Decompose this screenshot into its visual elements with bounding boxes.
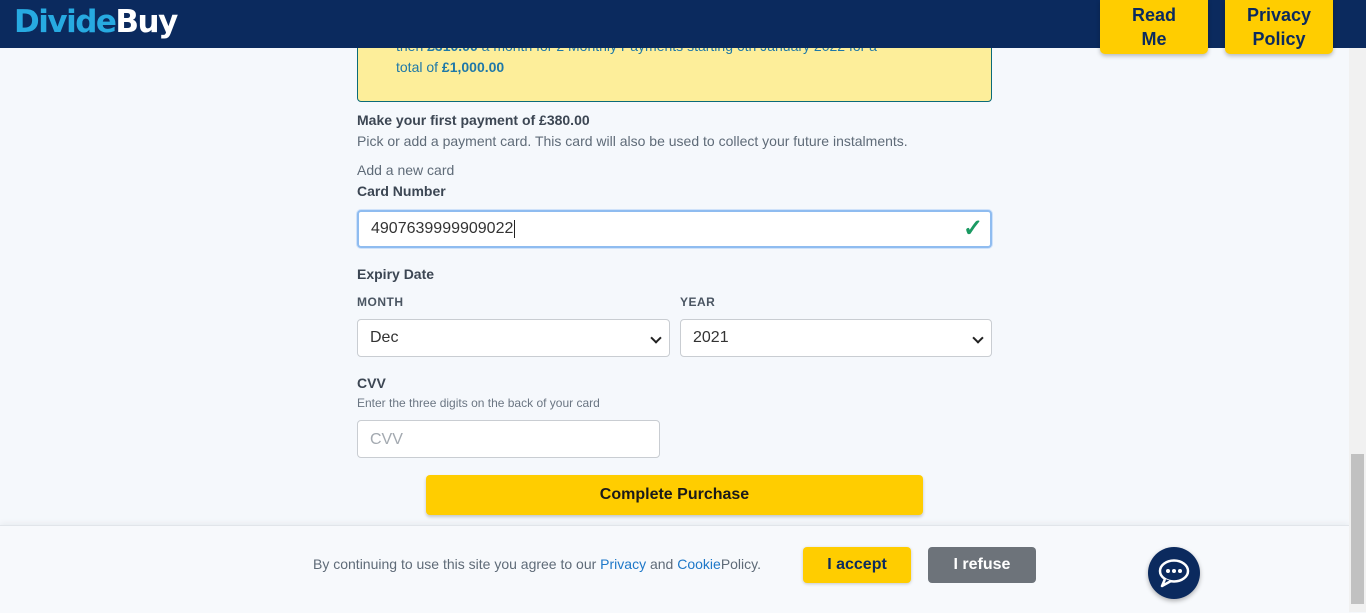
logo-buy-text: Buy bbox=[115, 4, 178, 40]
scrollbar-thumb[interactable] bbox=[1351, 454, 1364, 604]
chevron-down-icon bbox=[972, 332, 984, 344]
summary-line-2: total of £1,000.00 bbox=[396, 59, 504, 75]
chat-button[interactable] bbox=[1148, 547, 1200, 599]
read-me-line1: Read bbox=[1131, 5, 1176, 25]
cookie-text-before: By continuing to use this site you agree… bbox=[313, 556, 597, 572]
year-label: YEAR bbox=[680, 295, 716, 309]
chat-bubble-icon bbox=[1158, 559, 1190, 588]
add-new-card-link[interactable]: Add a new card bbox=[357, 162, 454, 178]
year-select[interactable]: 2021 bbox=[680, 319, 992, 357]
cvv-input[interactable]: CVV bbox=[357, 420, 660, 458]
cookie-link[interactable]: Cookie bbox=[677, 556, 721, 572]
privacy-policy-button[interactable]: Privacy Policy bbox=[1225, 0, 1333, 54]
cvv-label: CVV bbox=[357, 375, 386, 391]
card-number-value: 4907639999909022 bbox=[371, 220, 514, 237]
payment-instructions: Pick or add a payment card. This card wi… bbox=[357, 133, 908, 149]
year-select-value: 2021 bbox=[693, 329, 729, 346]
page-scrollbar[interactable] bbox=[1349, 48, 1366, 612]
first-payment-label: Make your first payment of £380.00 bbox=[357, 112, 590, 128]
month-label: MONTH bbox=[357, 295, 404, 309]
expiry-date-label: Expiry Date bbox=[357, 266, 435, 282]
read-me-button[interactable]: Read Me bbox=[1100, 0, 1208, 54]
month-select-value: Dec bbox=[370, 329, 399, 346]
month-select[interactable]: Dec bbox=[357, 319, 670, 357]
check-icon: ✓ bbox=[963, 215, 984, 242]
cvv-placeholder: CVV bbox=[370, 431, 403, 448]
card-number-label: Card Number bbox=[357, 183, 446, 199]
summary-total-amount: £1,000.00 bbox=[441, 59, 505, 75]
cvv-hint: Enter the three digits on the back of yo… bbox=[357, 396, 600, 410]
chevron-down-icon bbox=[650, 332, 662, 344]
refuse-cookies-button[interactable]: I refuse bbox=[928, 547, 1036, 583]
privacy-line2: Policy bbox=[1252, 29, 1306, 49]
summary-total-label: total of bbox=[396, 59, 439, 75]
read-me-line2: Me bbox=[1141, 29, 1167, 49]
privacy-line1: Privacy bbox=[1246, 5, 1312, 25]
site-header: DivideBuy Read Me Privacy Policy bbox=[0, 0, 1366, 54]
cookie-message: By continuing to use this site you agree… bbox=[313, 556, 761, 572]
text-cursor bbox=[514, 219, 516, 238]
cookie-and: and bbox=[649, 556, 674, 572]
logo-divide-text: Divide bbox=[14, 4, 117, 40]
divide-buy-logo[interactable]: DivideBuy bbox=[14, 2, 178, 42]
cookie-consent-bar: By continuing to use this site you agree… bbox=[0, 525, 1349, 613]
cookie-policy-text: Policy. bbox=[720, 556, 762, 572]
accept-cookies-button[interactable]: I accept bbox=[803, 547, 911, 583]
card-number-input[interactable]: 4907639999909022 bbox=[357, 210, 992, 248]
complete-purchase-button[interactable]: Complete Purchase bbox=[426, 475, 923, 515]
privacy-link[interactable]: Privacy bbox=[600, 556, 646, 572]
